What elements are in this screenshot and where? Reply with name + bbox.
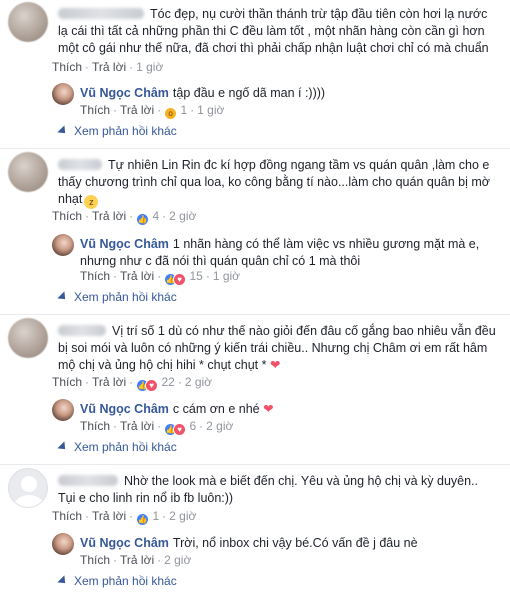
reply-link[interactable]: Trả lời xyxy=(120,269,154,283)
comment-actions: Thích · Trả lời · 1 giờ xyxy=(52,60,164,74)
like-link[interactable]: Thích xyxy=(80,269,110,283)
timestamp[interactable]: 2 giờ xyxy=(169,209,196,223)
view-more-replies-link[interactable]: Xem phản hồi khác xyxy=(57,440,177,454)
view-more-replies-link[interactable]: Xem phản hồi khác xyxy=(57,124,177,138)
reply-text: Vũ Ngọc Châm tập đầu e ngố dã man í :)))) xyxy=(80,86,326,100)
love-reaction-icon[interactable]: ♥ xyxy=(173,423,187,436)
timestamp[interactable]: 1 giờ xyxy=(136,60,163,74)
reply-link[interactable]: Trả lời xyxy=(120,419,154,433)
view-more-replies-link[interactable]: Xem phản hồi khác xyxy=(57,574,177,588)
wow-reaction-icon[interactable]: o xyxy=(164,107,178,120)
view-more-replies-link[interactable]: Xem phản hồi khác xyxy=(57,290,177,304)
reply-text: Vũ Ngọc Châm 1 nhãn hàng có thể làm việc … xyxy=(80,237,480,268)
comment-actions: Thích · Trả lời · 👍 4 · 2 giờ xyxy=(52,209,197,226)
reply-author-avatar[interactable] xyxy=(52,234,74,256)
commenter-name-blurred[interactable] xyxy=(58,325,106,336)
reply-link[interactable]: Trả lời xyxy=(92,60,126,74)
like-link[interactable]: Thích xyxy=(52,509,82,523)
comment-text: Vị trí số 1 dù có như thế nào giỏi đến đ… xyxy=(58,324,496,372)
timestamp[interactable]: 2 giờ xyxy=(185,375,212,389)
reply-link[interactable]: Trả lời xyxy=(120,103,154,117)
timestamp[interactable]: 2 giờ xyxy=(169,509,196,523)
heart-emoji-icon: ❤ xyxy=(269,358,281,372)
reaction-count[interactable]: 1 xyxy=(180,103,187,117)
reply-arrow-icon xyxy=(57,125,69,137)
like-link[interactable]: Thích xyxy=(52,209,82,223)
comment-actions: Thích · Trả lời · 👍 ♥ 22 · 2 giờ xyxy=(52,375,213,392)
divider xyxy=(0,464,510,465)
timestamp[interactable]: 2 giờ xyxy=(206,419,233,433)
reply-author-avatar[interactable] xyxy=(52,83,74,105)
reaction-count[interactable]: 22 xyxy=(161,375,174,389)
reply-link[interactable]: Trả lời xyxy=(92,509,126,523)
sleepy-emoji-icon: z xyxy=(84,195,99,209)
reply-author-name[interactable]: Vũ Ngọc Châm xyxy=(80,536,169,550)
divider xyxy=(0,314,510,315)
reaction-count[interactable]: 4 xyxy=(152,209,159,223)
reaction-count[interactable]: 6 xyxy=(189,419,196,433)
reply-author-name[interactable]: Vũ Ngọc Châm xyxy=(80,237,169,251)
commenter-name-blurred[interactable] xyxy=(58,8,144,19)
reply-link[interactable]: Trả lời xyxy=(120,553,154,567)
comment-text: Tóc đẹp, nụ cười thần thánh trừ tập đầu … xyxy=(58,7,489,55)
commenter-name-blurred[interactable] xyxy=(58,475,118,486)
timestamp[interactable]: 1 giờ xyxy=(197,103,224,117)
comment-text: Nhờ the look mà e biết đến chị. Yêu và ủ… xyxy=(58,474,479,505)
reply-actions: Thích · Trả lời · 2 giờ xyxy=(80,553,192,567)
reply-author-avatar[interactable] xyxy=(52,399,74,421)
like-reaction-icon[interactable]: 👍 xyxy=(136,513,150,526)
heart-emoji-icon: ❤ xyxy=(263,402,274,416)
commenter-avatar[interactable] xyxy=(8,152,48,192)
divider xyxy=(0,148,510,149)
reaction-count[interactable]: 15 xyxy=(189,269,202,283)
reply-text: Vũ Ngọc Châm c cám ơn e nhé ❤ xyxy=(80,402,274,416)
reply-author-avatar[interactable] xyxy=(52,533,74,555)
love-reaction-icon[interactable]: ♥ xyxy=(145,379,159,392)
reply-arrow-icon xyxy=(57,575,69,587)
commenter-name-blurred[interactable] xyxy=(58,159,102,170)
reply-link[interactable]: Trả lời xyxy=(92,375,126,389)
reply-actions: Thích · Trả lời · o 1 · 1 giờ xyxy=(80,103,225,120)
commenter-avatar[interactable] xyxy=(8,2,48,42)
like-reaction-icon[interactable]: 👍 xyxy=(136,213,150,226)
reply-arrow-icon xyxy=(57,441,69,453)
reply-actions: Thích · Trả lời · 👍 ♥ 15 · 1 giờ xyxy=(80,269,241,286)
reaction-count[interactable]: 1 xyxy=(152,509,159,523)
commenter-avatar[interactable] xyxy=(8,318,48,358)
love-reaction-icon[interactable]: ♥ xyxy=(173,273,187,286)
like-link[interactable]: Thích xyxy=(80,103,110,117)
timestamp[interactable]: 1 giờ xyxy=(213,269,240,283)
reply-arrow-icon xyxy=(57,291,69,303)
like-link[interactable]: Thích xyxy=(52,375,82,389)
reply-author-name[interactable]: Vũ Ngọc Châm xyxy=(80,86,169,100)
reply-text: Vũ Ngọc Châm Trời, nổ inbox chi vậy bé.Có… xyxy=(80,536,418,550)
default-avatar-icon[interactable] xyxy=(8,468,48,508)
comment-actions: Thích · Trả lời · 👍 1 · 2 giờ xyxy=(52,509,197,526)
like-link[interactable]: Thích xyxy=(80,553,110,567)
timestamp[interactable]: 2 giờ xyxy=(164,553,191,567)
like-link[interactable]: Thích xyxy=(52,60,82,74)
reply-actions: Thích · Trả lời · 👍 ♥ 6 · 2 giờ xyxy=(80,419,234,436)
like-link[interactable]: Thích xyxy=(80,419,110,433)
reply-author-name[interactable]: Vũ Ngọc Châm xyxy=(80,402,169,416)
comment-text: Tự nhiên Lin Rin đc kí hợp đồng ngang tầ… xyxy=(58,158,490,209)
reply-link[interactable]: Trả lời xyxy=(92,209,126,223)
